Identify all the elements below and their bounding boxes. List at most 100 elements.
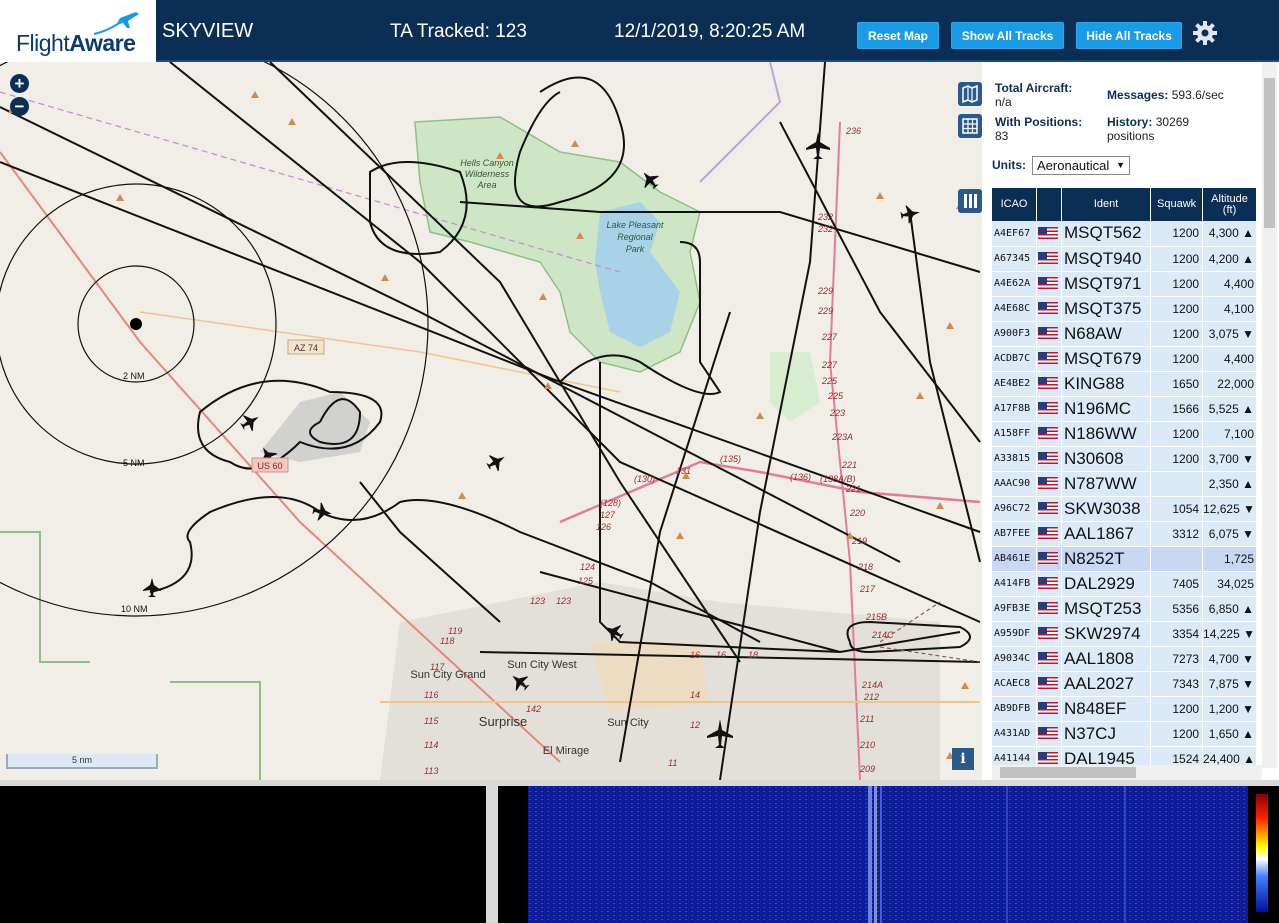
table-row[interactable]: A414FB DAL2929 7405 34,025 bbox=[992, 571, 1257, 597]
flag-cell bbox=[1036, 621, 1062, 647]
svg-text:(128): (128) bbox=[600, 498, 621, 508]
place-sun-city: Sun City bbox=[607, 717, 649, 729]
table-row[interactable]: AAAC90 N787WW 2,350 ▲ bbox=[992, 471, 1257, 497]
flag-cell bbox=[1036, 271, 1062, 297]
squawk-cell: 1200 bbox=[1150, 446, 1204, 472]
place-el-mirage: El Mirage bbox=[543, 745, 589, 757]
app-title: SKYVIEW bbox=[162, 20, 254, 42]
svg-text:215B: 215B bbox=[865, 612, 887, 622]
info-icon[interactable]: i bbox=[952, 748, 974, 770]
table-row[interactable]: A431AD N37CJ 1200 1,650 ▲ bbox=[992, 721, 1257, 747]
svg-text:18: 18 bbox=[748, 650, 758, 660]
svg-text:Regional: Regional bbox=[617, 232, 654, 242]
us-flag-icon bbox=[1038, 527, 1059, 540]
scroll-thumb[interactable] bbox=[1000, 767, 1136, 778]
flag-cell bbox=[1036, 571, 1062, 597]
svg-text:225: 225 bbox=[821, 376, 838, 386]
icao-cell: ACAEC8 bbox=[992, 671, 1038, 697]
svg-text:227: 227 bbox=[821, 360, 838, 370]
show-all-tracks-button[interactable]: Show All Tracks bbox=[951, 22, 1064, 49]
table-row[interactable]: A158FF N186WW 1200 7,100 bbox=[992, 421, 1257, 447]
svg-text:(138A/B): (138A/B) bbox=[820, 474, 856, 484]
black-panel bbox=[0, 786, 486, 923]
icao-cell: A9034C bbox=[992, 646, 1038, 672]
col-ident[interactable]: Ident bbox=[1061, 188, 1152, 221]
table-row[interactable]: A4EF67 MSQT562 1200 4,300 ▲ bbox=[992, 221, 1257, 247]
altitude-cell: 34,025 bbox=[1202, 571, 1257, 597]
zoom-in-button[interactable]: + bbox=[10, 74, 29, 93]
svg-text:113: 113 bbox=[424, 766, 438, 776]
table-row[interactable]: A959DF SKW2974 3354 14,225 ▼ bbox=[992, 621, 1257, 647]
table-row[interactable]: AB461E N8252T 1,725 bbox=[992, 546, 1257, 572]
icao-cell: A4E68C bbox=[992, 296, 1038, 322]
reset-map-button[interactable]: Reset Map bbox=[857, 22, 939, 49]
col-altitude[interactable]: Altitude (ft) bbox=[1202, 188, 1257, 221]
colorbar bbox=[1256, 794, 1268, 912]
table-row[interactable]: A17F8B N196MC 1566 5,525 ▲ bbox=[992, 396, 1257, 422]
flag-cell bbox=[1036, 471, 1062, 497]
icao-cell: A9FB3E bbox=[992, 596, 1038, 622]
table-row[interactable]: ACDB7C MSQT679 1200 4,400 bbox=[992, 346, 1257, 372]
squawk-cell: 1200 bbox=[1150, 421, 1204, 447]
svg-text:Lake Pleasant: Lake Pleasant bbox=[606, 220, 664, 230]
squawk-cell: 1200 bbox=[1150, 721, 1204, 747]
table-row[interactable]: A9FB3E MSQT253 5356 6,850 ▲ bbox=[992, 596, 1257, 622]
flag-cell bbox=[1036, 646, 1062, 672]
units-select[interactable]: Aeronautical ▼ bbox=[1032, 156, 1130, 175]
map-layers-icon[interactable] bbox=[958, 82, 982, 106]
zoom-out-button[interactable]: − bbox=[10, 97, 29, 116]
history-stat: History: 30269 positions bbox=[1107, 115, 1190, 143]
gear-icon[interactable] bbox=[1192, 20, 1218, 46]
table-row[interactable]: A67345 MSQT940 1200 4,200 ▲ bbox=[992, 246, 1257, 272]
table-row[interactable]: A9034C AAL1808 7273 4,700 ▼ bbox=[992, 646, 1257, 672]
map-view[interactable]: 236 232 232 229 229 227 227 225 225 223 223A 221… bbox=[0, 62, 982, 780]
table-row[interactable]: A900F3 N68AW 1200 3,075 ▼ bbox=[992, 321, 1257, 347]
flag-cell bbox=[1036, 496, 1062, 522]
us-flag-icon bbox=[1038, 677, 1059, 690]
altitude-cell: 22,000 bbox=[1202, 371, 1257, 397]
squawk-cell: 3354 bbox=[1150, 621, 1204, 647]
altitude-cell: 4,100 bbox=[1202, 296, 1257, 322]
grid-icon[interactable] bbox=[958, 114, 982, 138]
aircraft-panel: Total Aircraft: n/a With Positions: 83 M… bbox=[982, 62, 1279, 780]
table-row[interactable]: ACAEC8 AAL2027 7343 7,875 ▼ bbox=[992, 671, 1257, 697]
table-row[interactable]: A33815 N30608 1200 3,700 ▼ bbox=[992, 446, 1257, 472]
hide-all-tracks-button[interactable]: Hide All Tracks bbox=[1076, 22, 1182, 49]
altitude-cell: 12,625 ▼ bbox=[1202, 496, 1257, 522]
columns-icon[interactable] bbox=[958, 189, 982, 213]
squawk-cell: 1200 bbox=[1150, 246, 1204, 272]
svg-text:210: 210 bbox=[859, 740, 875, 750]
flag-cell bbox=[1036, 296, 1062, 322]
col-squawk[interactable]: Squawk bbox=[1150, 188, 1204, 221]
icao-cell: AAAC90 bbox=[992, 471, 1038, 497]
table-row[interactable]: AB7FEE AAL1867 3312 6,075 ▼ bbox=[992, 521, 1257, 547]
table-row[interactable]: A4E62A MSQT971 1200 4,400 bbox=[992, 271, 1257, 297]
flightaware-logo[interactable]: FlightAware bbox=[0, 0, 156, 62]
altitude-cell: 3,075 ▼ bbox=[1202, 321, 1257, 347]
flag-cell bbox=[1036, 671, 1062, 697]
col-icao[interactable]: ICAO bbox=[992, 188, 1038, 221]
scroll-thumb[interactable] bbox=[1264, 78, 1275, 228]
altitude-cell: 1,200 ▼ bbox=[1202, 696, 1257, 722]
altitude-cell: 3,700 ▼ bbox=[1202, 446, 1257, 472]
svg-text:218: 218 bbox=[857, 562, 873, 572]
icao-cell: AB7FEE bbox=[992, 521, 1038, 547]
squawk-cell: 3312 bbox=[1150, 521, 1204, 547]
us-flag-icon bbox=[1038, 727, 1059, 740]
svg-text:127: 127 bbox=[600, 510, 616, 520]
table-row[interactable]: A96C72 SKW3038 1054 12,625 ▼ bbox=[992, 496, 1257, 522]
aircraft-table: ICAO Ident Squawk Altitude (ft) A4EF67 MS… bbox=[992, 188, 1257, 772]
table-vertical-scrollbar[interactable] bbox=[1262, 62, 1277, 768]
table-row[interactable]: A4E68C MSQT375 1200 4,100 bbox=[992, 296, 1257, 322]
table-horizontal-scrollbar[interactable] bbox=[992, 765, 1262, 780]
table-row[interactable]: AB9DFB N848EF 1200 1,200 ▼ bbox=[992, 696, 1257, 722]
squawk-cell bbox=[1150, 546, 1204, 572]
svg-text:Wilderness: Wilderness bbox=[465, 169, 510, 179]
squawk-cell: 1566 bbox=[1150, 396, 1204, 422]
us-flag-icon bbox=[1038, 627, 1059, 640]
svg-text:221: 221 bbox=[841, 460, 857, 470]
table-row[interactable]: AE4BE2 KING88 1650 22,000 bbox=[992, 371, 1257, 397]
flag-cell bbox=[1036, 371, 1062, 397]
flag-cell bbox=[1036, 446, 1062, 472]
squawk-cell: 1650 bbox=[1150, 371, 1204, 397]
